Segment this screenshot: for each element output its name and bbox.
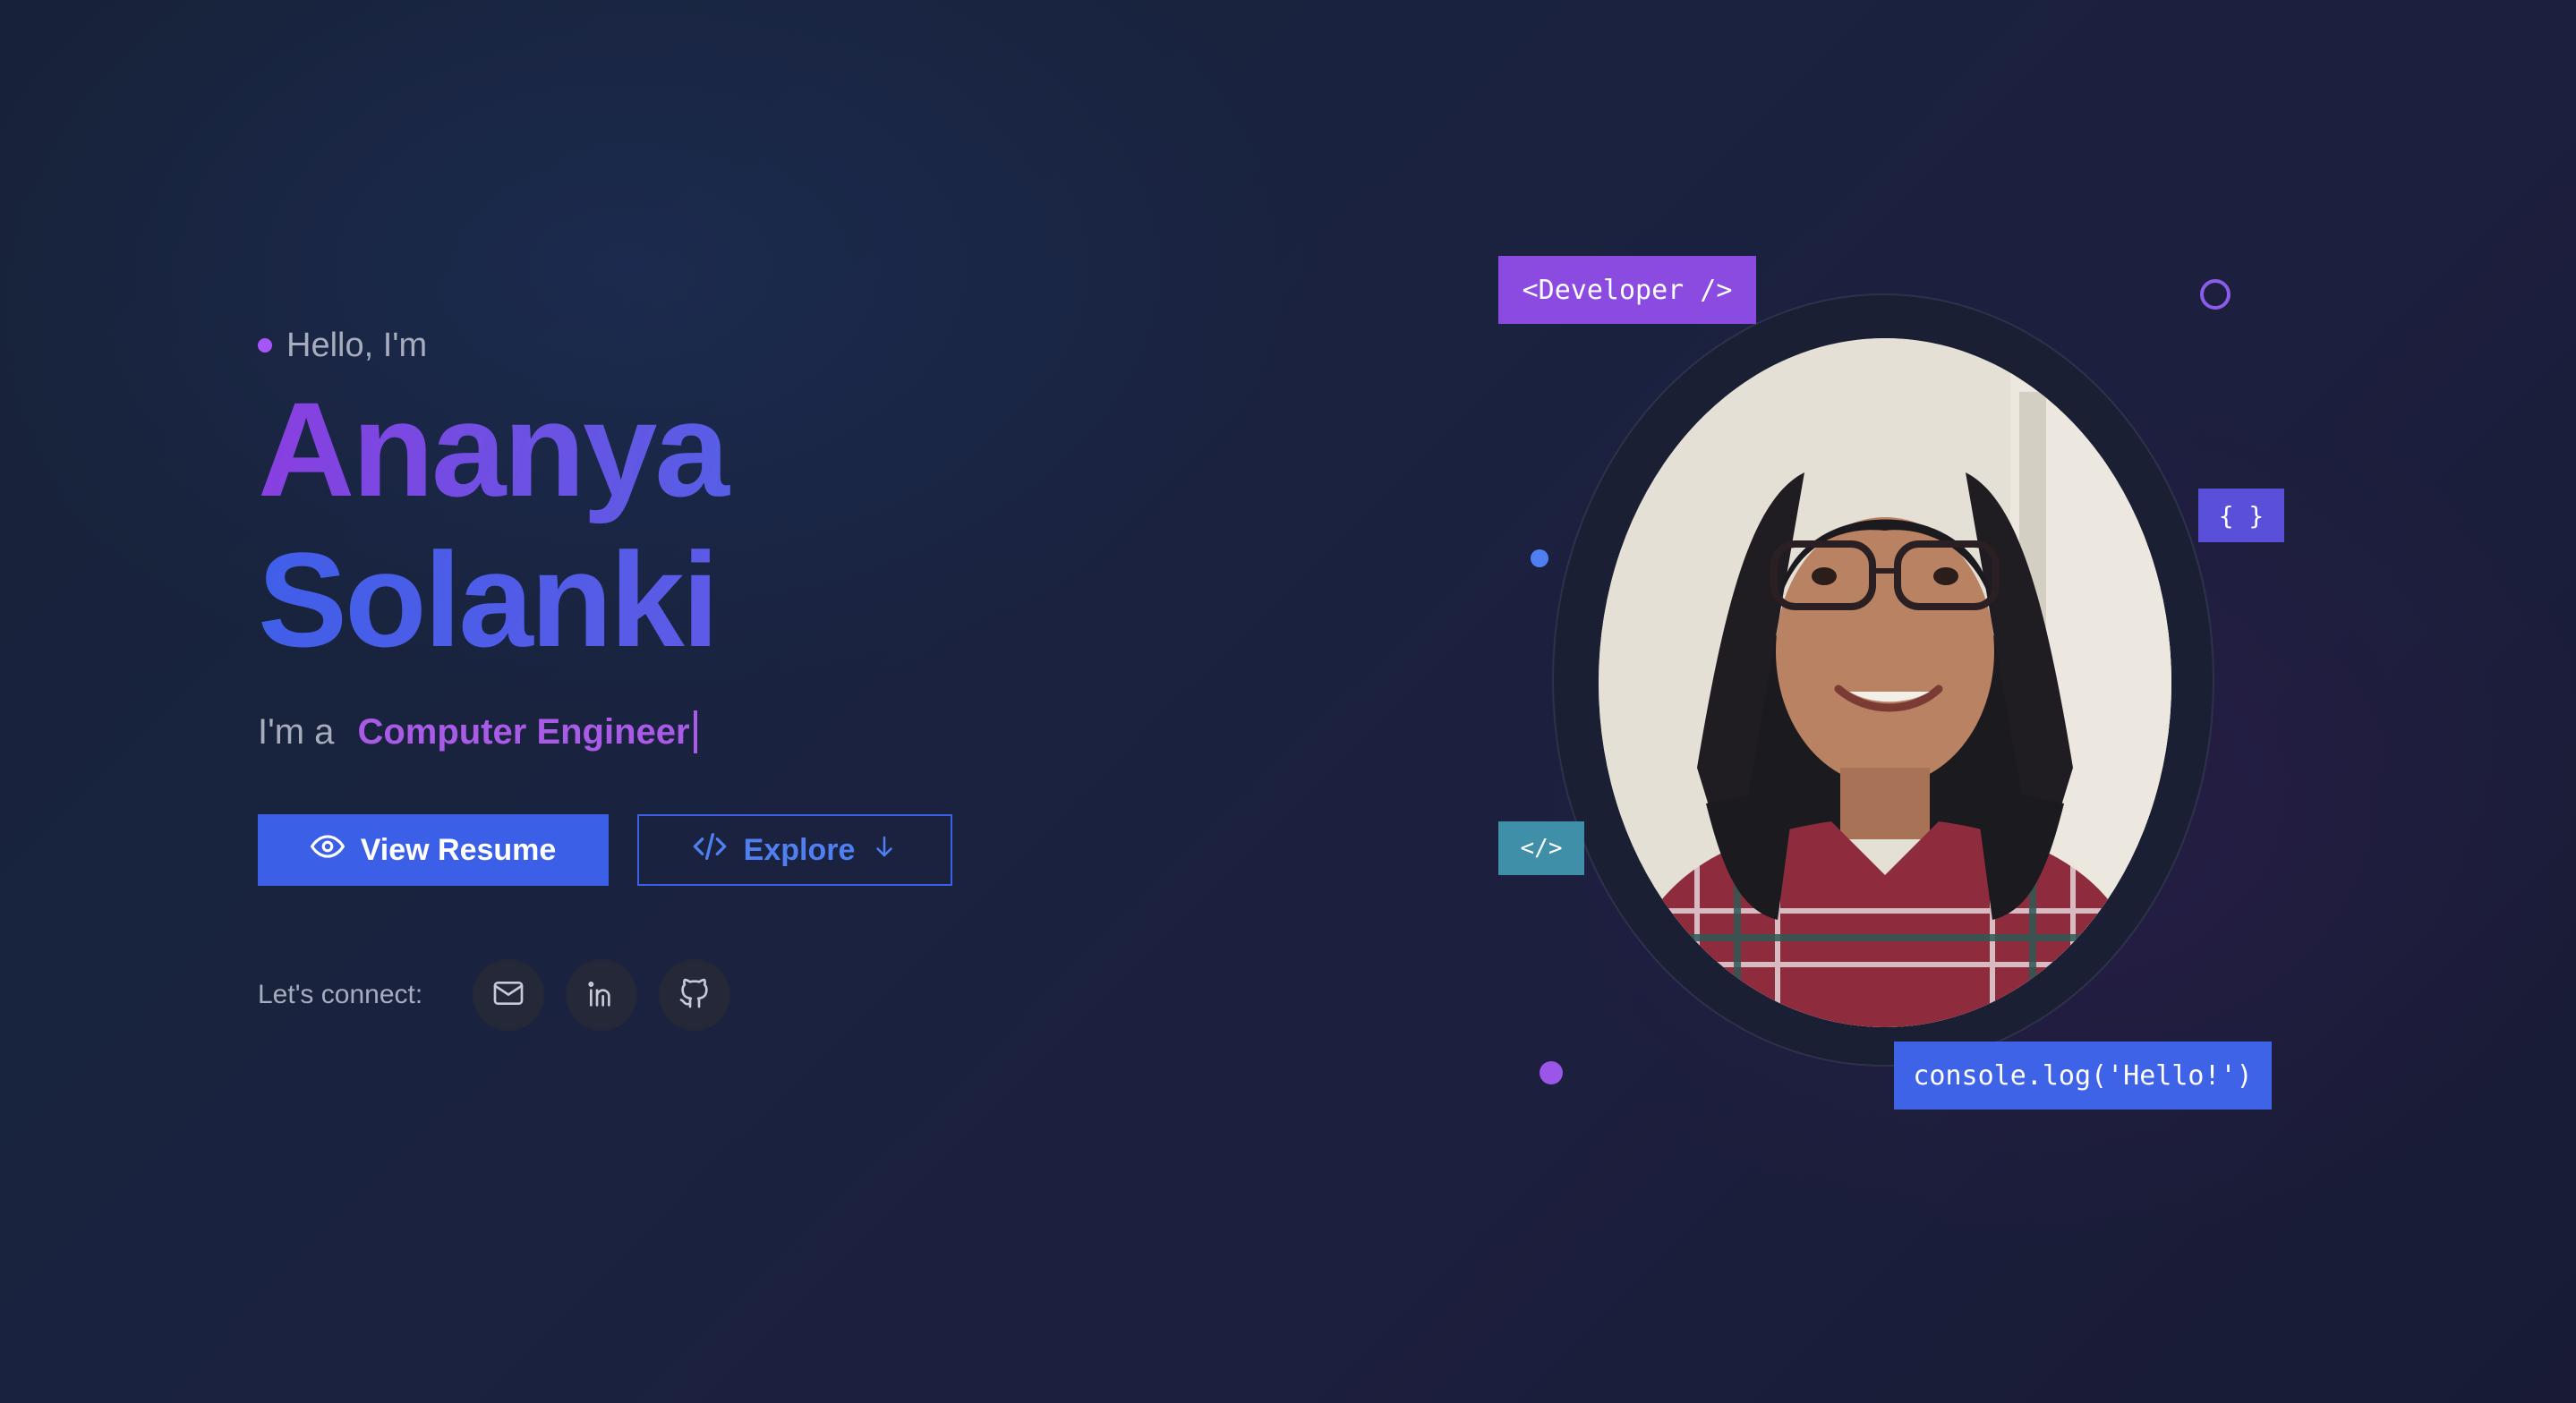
- first-name: Ananya: [258, 374, 1242, 524]
- code-slash-tag: </>: [1498, 821, 1584, 875]
- role-prefix: I'm a: [258, 711, 335, 752]
- view-resume-button[interactable]: View Resume: [258, 814, 609, 886]
- github-icon: [677, 975, 712, 1016]
- decor-ring: [2200, 279, 2231, 310]
- greeting-dot: [258, 338, 272, 353]
- decor-dot-purple: [1540, 1061, 1563, 1084]
- connect-label: Let's connect:: [258, 980, 423, 1009]
- arrow-down-icon: [871, 833, 898, 868]
- greeting-text: Hello, I'm: [286, 326, 428, 364]
- hero-actions: View Resume Explore: [258, 814, 1242, 886]
- profile-photo: [1599, 338, 2171, 1027]
- developer-tag: <Developer />: [1498, 256, 1756, 324]
- github-link[interactable]: [659, 959, 730, 1031]
- role-line: I'm a Computer Engineer: [258, 705, 1242, 759]
- view-resume-label: View Resume: [360, 832, 557, 867]
- linkedin-icon: [584, 975, 619, 1016]
- eye-icon: [310, 829, 345, 872]
- braces-tag: { }: [2198, 489, 2284, 542]
- decor-dot-blue: [1531, 549, 1548, 567]
- last-name: Solanki: [258, 524, 1242, 675]
- linkedin-link[interactable]: [566, 959, 637, 1031]
- role-value: Computer Engineer: [357, 711, 690, 752]
- hero-intro: Hello, I'm Ananya Solanki I'm a Computer…: [258, 322, 1242, 1031]
- email-link[interactable]: [473, 959, 544, 1031]
- greeting: Hello, I'm: [258, 322, 1242, 369]
- typing-caret: [693, 710, 697, 753]
- mail-icon: [490, 975, 526, 1016]
- code-icon: [692, 829, 728, 872]
- explore-button[interactable]: Explore: [637, 814, 952, 886]
- explore-label: Explore: [743, 832, 856, 867]
- social-links: Let's connect:: [258, 959, 1242, 1031]
- console-tag: console.log('Hello!'): [1894, 1042, 2272, 1110]
